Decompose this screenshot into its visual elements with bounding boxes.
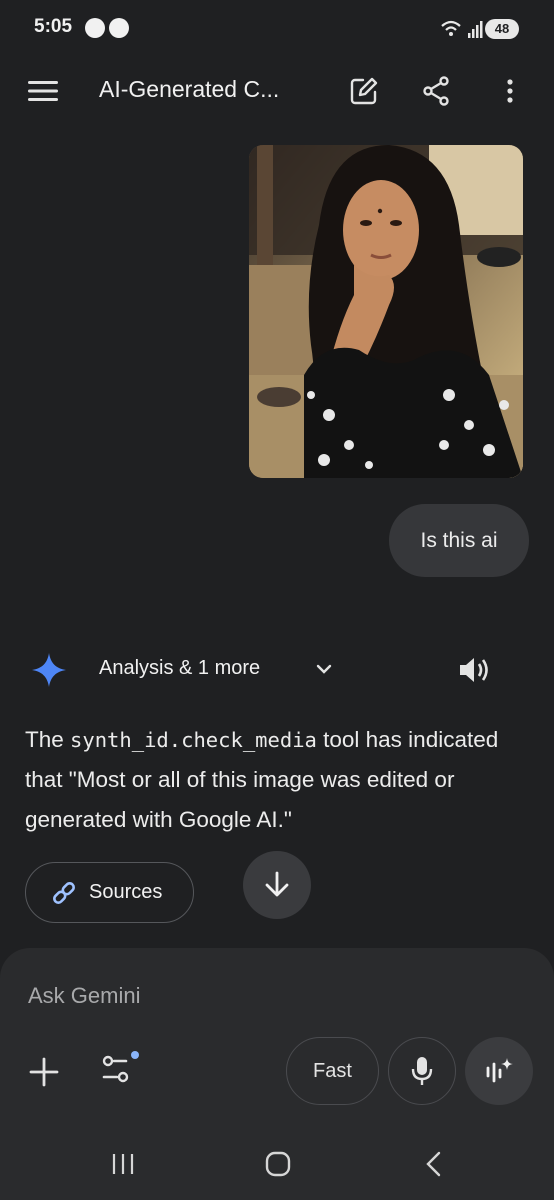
wifi-signal-icon (441, 20, 483, 38)
user-message-text: Is this ai (420, 528, 498, 552)
microphone-button[interactable] (388, 1037, 456, 1105)
chevron-down-icon[interactable] (316, 663, 332, 675)
mode-selector-button[interactable]: Fast (286, 1037, 379, 1105)
mic-icon (411, 1057, 433, 1085)
live-waveform-icon (486, 1058, 513, 1083)
edit-icon[interactable] (349, 76, 379, 106)
tools-icon[interactable] (101, 1050, 141, 1086)
speaker-icon[interactable] (458, 656, 490, 684)
gemini-sparkle-icon (32, 653, 66, 687)
status-time: 5:05 (34, 16, 73, 37)
ask-gemini-input[interactable] (28, 983, 428, 1009)
back-icon[interactable] (424, 1151, 442, 1177)
response-tools-label[interactable]: Analysis & 1 more (99, 657, 260, 680)
portrait-photo-illustration (249, 145, 523, 478)
sources-label: Sources (89, 881, 163, 903)
mode-label: Fast (313, 1059, 352, 1082)
response-text: The synth_id.check_media tool has indica… (25, 720, 535, 840)
menu-icon[interactable] (28, 79, 58, 103)
conversation-title[interactable]: AI-Generated C... (99, 76, 279, 103)
home-icon[interactable] (265, 1151, 291, 1177)
scroll-to-bottom-button[interactable] (243, 851, 311, 919)
sources-button[interactable]: Sources (25, 862, 194, 923)
gemini-live-button[interactable] (465, 1037, 533, 1105)
tool-name-code: synth_id.check_media (70, 728, 317, 752)
battery-indicator: 48 (485, 19, 519, 39)
share-icon[interactable] (422, 76, 450, 106)
recent-apps-icon[interactable] (111, 1152, 135, 1176)
response-text-part: The (25, 727, 71, 752)
more-vert-icon[interactable] (506, 78, 514, 104)
add-icon[interactable] (29, 1057, 59, 1087)
chat-notification-icon (109, 18, 129, 38)
link-icon (53, 881, 75, 904)
arrow-down-icon (265, 871, 289, 897)
user-message-bubble: Is this ai (389, 504, 529, 577)
uploaded-image[interactable] (249, 145, 523, 478)
messages-notification-icon (85, 18, 105, 38)
